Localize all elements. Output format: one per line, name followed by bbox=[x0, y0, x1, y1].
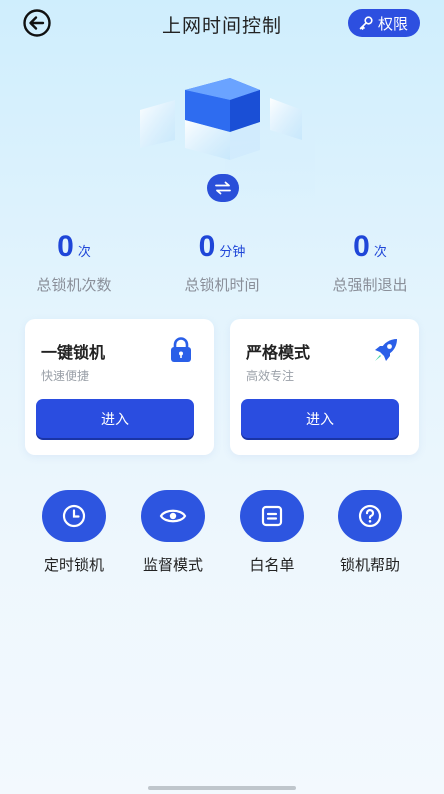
tool-label: 定时锁机 bbox=[43, 556, 104, 574]
stat-label: 总锁机时间 bbox=[184, 276, 260, 294]
tool-timed-lock[interactable]: 定时锁机 bbox=[24, 490, 124, 575]
stat-lock-count: 0次 总锁机次数 bbox=[0, 230, 148, 295]
stat-unit: 分钟 bbox=[219, 245, 246, 260]
tool-supervise-mode[interactable]: 监督模式 bbox=[123, 490, 223, 575]
tool-button[interactable] bbox=[42, 490, 106, 542]
enter-button[interactable]: 进入 bbox=[36, 399, 194, 438]
clock-icon bbox=[62, 504, 86, 528]
switch-button[interactable] bbox=[207, 174, 239, 202]
card-subtitle: 高效专注 bbox=[246, 369, 295, 383]
stat-force-exit: 0次 总强制退出 bbox=[296, 230, 444, 295]
stat-unit: 次 bbox=[77, 245, 91, 260]
home-indicator[interactable] bbox=[148, 786, 296, 790]
permission-label: 权限 bbox=[377, 14, 408, 33]
tool-label: 锁机帮助 bbox=[339, 556, 400, 574]
stat-lock-time: 0 分钟 总锁机时间 bbox=[148, 230, 296, 295]
stat-value: 0 bbox=[353, 230, 370, 263]
card-subtitle: 快速便捷 bbox=[41, 369, 90, 383]
card-title: 一键锁机 bbox=[41, 343, 106, 362]
swap-arrows-icon bbox=[215, 181, 231, 195]
tool-lock-help[interactable]: 锁机帮助 bbox=[320, 490, 420, 575]
card-title: 严格模式 bbox=[246, 343, 311, 362]
header: 上网时间控制 权限 bbox=[0, 0, 444, 46]
tool-label: 白名单 bbox=[249, 556, 295, 574]
key-icon bbox=[359, 16, 373, 30]
stat-label: 总强制退出 bbox=[332, 276, 408, 294]
rocket-icon bbox=[375, 339, 397, 361]
tool-button[interactable] bbox=[338, 490, 402, 542]
lock-icon bbox=[171, 337, 191, 362]
card-one-click-lock: 一键锁机 快速便捷 进入 bbox=[25, 319, 214, 455]
permission-button[interactable]: 权限 bbox=[347, 9, 420, 37]
tool-label: 监督模式 bbox=[142, 556, 203, 574]
stat-label: 总锁机次数 bbox=[36, 276, 112, 294]
enter-button[interactable]: 进入 bbox=[241, 399, 399, 438]
stat-value: 0 bbox=[57, 230, 74, 263]
card-strict-mode: 严格模式 高效专注 进入 bbox=[230, 319, 419, 455]
eye-icon bbox=[159, 509, 187, 523]
help-icon bbox=[358, 504, 382, 528]
tool-button[interactable] bbox=[240, 490, 304, 542]
stat-value: 0 bbox=[198, 230, 216, 263]
stats-row: 0次 总锁机次数 0 分钟 总锁机时间 0次 总强制退出 bbox=[0, 230, 444, 300]
tool-whitelist[interactable]: 白名单 bbox=[222, 490, 322, 575]
tools-row: 定时锁机 监督模式 白名单 锁机帮助 bbox=[0, 490, 444, 580]
stat-unit: 次 bbox=[373, 245, 387, 260]
tool-button[interactable] bbox=[141, 490, 205, 542]
list-icon bbox=[261, 505, 283, 527]
